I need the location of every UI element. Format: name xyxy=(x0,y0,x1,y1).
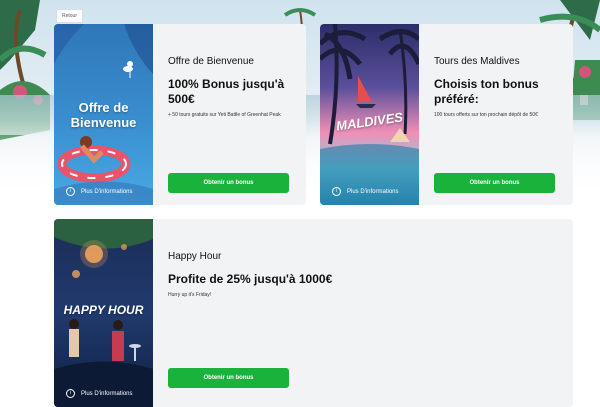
info-icon: i xyxy=(66,187,75,196)
card-headline: Choisis ton bonus préféré: xyxy=(434,77,539,106)
get-bonus-button[interactable]: Obtenir un bonus xyxy=(168,173,289,193)
happy-hour-art-title: HAPPY HOUR xyxy=(63,303,144,317)
card-description: 100 tours offerts sur ton prochain dépôt… xyxy=(434,112,538,118)
get-bonus-button[interactable]: Obtenir un bonus xyxy=(434,173,555,193)
more-info-link[interactable]: i Plus D'informations xyxy=(332,187,399,196)
more-info-link[interactable]: i Plus D'informations xyxy=(66,389,133,398)
get-bonus-button[interactable]: Obtenir un bonus xyxy=(168,368,289,388)
happy-hour-artwork: HAPPY HOUR i Plus D'informations xyxy=(54,219,153,407)
card-title: Tours des Maldives xyxy=(434,56,520,67)
info-icon: i xyxy=(332,187,341,196)
flamingo-icon xyxy=(123,61,133,78)
sailboat-icon xyxy=(356,76,376,108)
card-description: Hurry up it's Friday! xyxy=(168,292,212,298)
more-info-link[interactable]: i Plus D'informations xyxy=(66,187,133,196)
info-icon: i xyxy=(66,389,75,398)
card-headline: 100% Bonus jusqu'à 500€ xyxy=(168,77,285,106)
more-info-label: Plus D'informations xyxy=(347,188,399,195)
maldives-artwork: MALDIVES i Plus D'informations xyxy=(320,24,419,205)
bonus-card-maldives: MALDIVES i Plus D'informations Tours des… xyxy=(320,24,573,205)
more-info-label: Plus D'informations xyxy=(81,188,133,195)
welcome-art-title: Offre de Bienvenue xyxy=(70,100,137,130)
welcome-artwork: Offre de Bienvenue i Plus D'informations xyxy=(54,24,153,205)
more-info-label: Plus D'informations xyxy=(81,390,133,397)
back-button[interactable]: Retour xyxy=(56,9,84,23)
bonus-card-happy-hour: HAPPY HOUR i Plus D'informations Happy H… xyxy=(54,219,573,407)
card-title: Offre de Bienvenue xyxy=(168,56,254,67)
card-description: + 50 tours gratuits sur Yeti Battle of G… xyxy=(168,112,281,118)
bonus-card-welcome: Offre de Bienvenue i Plus D'informations… xyxy=(54,24,306,205)
card-headline: Profite de 25% jusqu'à 1000€ xyxy=(168,272,333,286)
card-title: Happy Hour xyxy=(168,251,222,262)
